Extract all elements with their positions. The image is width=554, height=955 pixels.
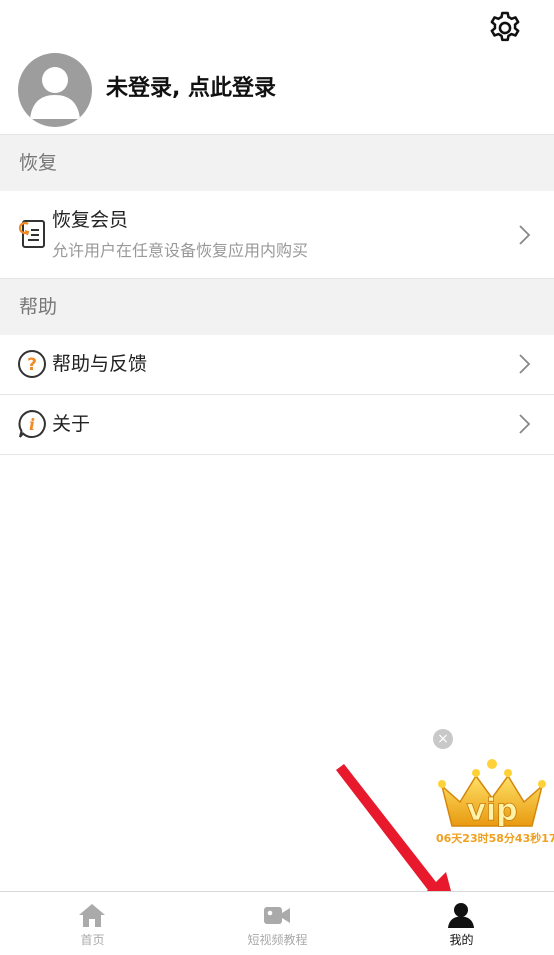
section-title: 帮助 [19, 296, 58, 318]
section-title: 恢复 [19, 152, 58, 174]
tab-video-tutorials[interactable]: 短视频教程 [185, 892, 370, 955]
vip-badge-text: vip [466, 793, 517, 828]
restore-membership-row[interactable]: 恢复会员 允许用户在任意设备恢复应用内购买 [0, 191, 554, 279]
about-row[interactable]: i 关于 [0, 395, 554, 455]
row-subtitle: 允许用户在任意设备恢复应用内购买 [52, 241, 309, 260]
tab-label: 首页 [80, 933, 105, 947]
home-icon [79, 904, 105, 927]
vip-crown-badge[interactable]: vip [436, 758, 548, 830]
vip-close-button[interactable]: × [433, 729, 453, 749]
avatar-placeholder-icon [30, 67, 80, 119]
video-camera-icon [264, 907, 290, 924]
row-title: 恢复会员 [52, 209, 129, 231]
restore-receipt-icon [18, 220, 45, 248]
svg-text:?: ? [27, 355, 37, 375]
chevron-right-icon [519, 414, 531, 434]
avatar[interactable] [18, 53, 92, 127]
bottom-tab-bar: 首页 短视频教程 我的 [0, 891, 554, 955]
question-icon: ? [18, 350, 46, 378]
profile-header: 未登录, 点此登录 [0, 0, 554, 134]
tab-mine[interactable]: 我的 [369, 892, 554, 955]
login-prompt[interactable]: 未登录, 点此登录 [106, 74, 276, 104]
chevron-right-icon [519, 354, 531, 374]
tab-label: 短视频教程 [247, 933, 308, 947]
row-title: 帮助与反馈 [52, 353, 148, 375]
svg-text:i: i [29, 415, 35, 434]
tab-label: 我的 [449, 933, 474, 947]
section-header-restore: 恢复 [0, 134, 554, 191]
user-icon [448, 903, 474, 928]
chevron-right-icon [519, 225, 531, 245]
tab-home[interactable]: 首页 [0, 892, 185, 955]
vip-countdown: 06天23时58分43秒171 [436, 832, 554, 845]
help-feedback-row[interactable]: ? 帮助与反馈 [0, 335, 554, 395]
info-icon: i [18, 409, 46, 438]
section-header-help: 帮助 [0, 278, 554, 335]
gear-icon[interactable] [486, 9, 524, 47]
row-title: 关于 [52, 413, 91, 435]
